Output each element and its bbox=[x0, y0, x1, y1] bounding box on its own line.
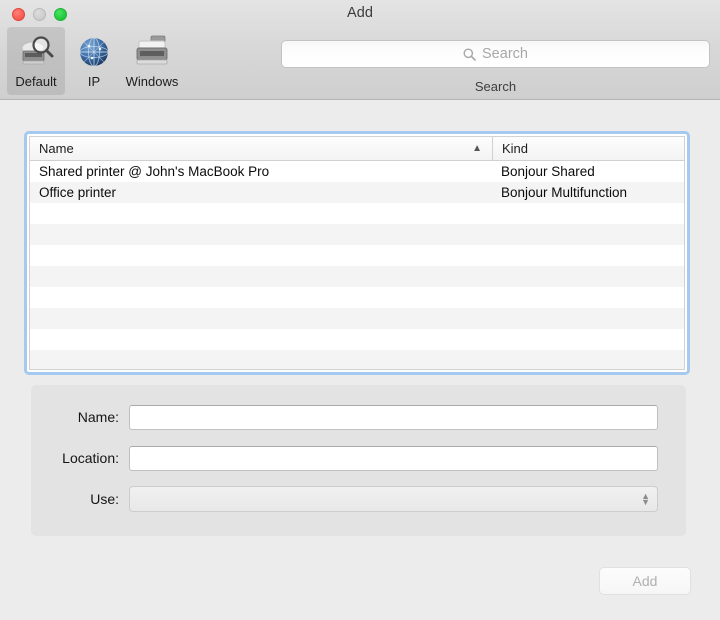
tab-default-label: Default bbox=[15, 74, 57, 89]
form-row-use: Use: ▲ ▼ bbox=[31, 486, 686, 512]
toolbar-tabs: Default IP Windows bbox=[7, 27, 181, 95]
table-row[interactable]: Shared printer @ John's MacBook Pro Bonj… bbox=[30, 161, 684, 182]
window-title: Add bbox=[346, 5, 374, 21]
table-header: Name ▲ Kind bbox=[30, 137, 684, 161]
add-button[interactable]: Add bbox=[599, 567, 691, 595]
tab-ip[interactable]: IP bbox=[65, 27, 123, 95]
form-row-location: Location: bbox=[31, 445, 686, 471]
column-header-kind-label: Kind bbox=[502, 141, 529, 156]
table-row-empty bbox=[30, 245, 684, 266]
search-caption: Search bbox=[474, 79, 517, 94]
search-icon bbox=[463, 48, 476, 61]
chevron-up-icon: ▲ bbox=[472, 142, 482, 154]
add-printer-window: Add Default IP Windows Search Search Nam… bbox=[0, 0, 720, 620]
tab-ip-label: IP bbox=[87, 74, 101, 89]
search-field-wrapper[interactable]: Search bbox=[281, 40, 710, 68]
stepper-updown-icon: ▲ ▼ bbox=[641, 491, 650, 507]
printer-list[interactable]: Name ▲ Kind Shared printer @ John's MacB… bbox=[24, 131, 690, 375]
table-row-empty bbox=[30, 350, 684, 369]
printer-details-form: Name: Location: Use: ▲ ▼ bbox=[31, 385, 686, 536]
cell-name: Office printer bbox=[39, 185, 117, 200]
column-header-name-label: Name bbox=[39, 141, 74, 156]
table-row-empty bbox=[30, 308, 684, 329]
tab-windows[interactable]: Windows bbox=[123, 27, 181, 95]
search-input[interactable]: Search bbox=[281, 40, 710, 68]
form-row-name: Name: bbox=[31, 404, 686, 430]
column-header-kind[interactable]: Kind bbox=[492, 137, 684, 160]
printer-multifunction-icon bbox=[131, 31, 173, 73]
table-row-empty bbox=[30, 203, 684, 224]
cell-name: Shared printer @ John's MacBook Pro bbox=[39, 164, 270, 179]
name-label: Name: bbox=[77, 409, 119, 425]
cell-kind: Bonjour Shared bbox=[501, 164, 595, 179]
column-header-name[interactable]: Name ▲ bbox=[30, 137, 492, 160]
printer-list-inner: Name ▲ Kind Shared printer @ John's MacB… bbox=[29, 136, 685, 370]
titlebar: Add Default IP Windows Search Search bbox=[0, 0, 720, 100]
table-row-empty bbox=[30, 266, 684, 287]
globe-network-icon bbox=[76, 31, 112, 73]
content-area: Name ▲ Kind Shared printer @ John's MacB… bbox=[0, 100, 720, 620]
table-row-empty bbox=[30, 224, 684, 245]
table-row[interactable]: Office printer Bonjour Multifunction bbox=[30, 182, 684, 203]
table-row-empty bbox=[30, 287, 684, 308]
use-label: Use: bbox=[90, 491, 119, 507]
search-placeholder: Search bbox=[482, 46, 528, 62]
add-button-label: Add bbox=[632, 573, 658, 589]
cell-kind: Bonjour Multifunction bbox=[501, 185, 628, 200]
name-input[interactable] bbox=[129, 404, 658, 430]
use-dropdown[interactable]: ▲ ▼ bbox=[129, 486, 658, 512]
table-body: Shared printer @ John's MacBook Pro Bonj… bbox=[30, 161, 684, 369]
table-row-empty bbox=[30, 329, 684, 350]
printer-search-icon bbox=[16, 31, 56, 73]
tab-windows-label: Windows bbox=[125, 74, 179, 89]
tab-default[interactable]: Default bbox=[7, 27, 65, 95]
location-label: Location: bbox=[62, 450, 119, 466]
location-input[interactable] bbox=[129, 445, 658, 471]
